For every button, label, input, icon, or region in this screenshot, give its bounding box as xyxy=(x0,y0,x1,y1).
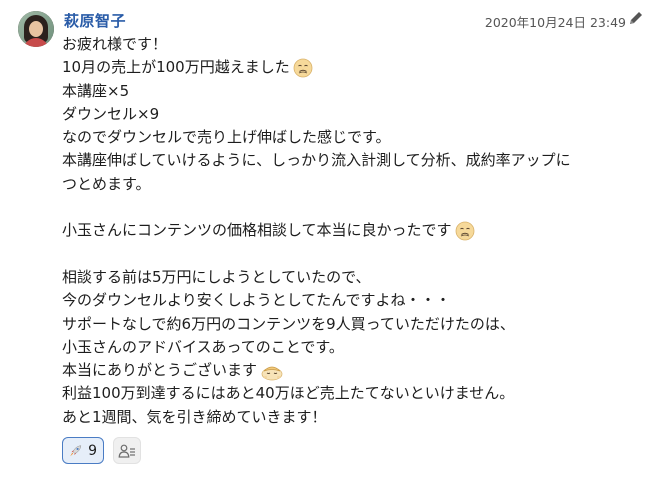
rocket-reaction-button[interactable]: 9 xyxy=(62,437,104,464)
pencil-icon[interactable] xyxy=(628,10,644,26)
message-line: つとめます。 xyxy=(62,174,151,193)
rocket-icon xyxy=(70,444,82,457)
message-line: なのでダウンセルで売り上げ伸ばした感じです。 xyxy=(62,128,391,147)
message-line: お疲れ様です！ xyxy=(62,35,168,53)
message-line: 小玉さんにコンテンツの価格相談して本当に良かったです xyxy=(62,219,642,242)
reaction-count: 9 xyxy=(88,442,97,459)
message-line: 相談する前は5万円にしようとしていたので、 xyxy=(62,267,371,286)
add-reaction-icon xyxy=(118,444,135,458)
avatar[interactable] xyxy=(18,11,54,47)
message-line: 本講座伸ばしていけるように、しっかり流入計測して分析、成約率アップに xyxy=(62,151,571,170)
message-line: ダウンセル×9 xyxy=(62,104,160,123)
message-body: お疲れ様です！ 10月の売上が100万円越えました 本講座×5 ダウンセル×9 … xyxy=(62,33,642,429)
bowing-person-icon xyxy=(261,366,283,381)
relieved-face-icon xyxy=(293,58,313,78)
message-line: 10月の売上が100万円越えました xyxy=(62,56,642,79)
message-line: 利益100万到達するにはあと40万ほど売上たてないといけません。 xyxy=(62,384,515,403)
message-line: 本当にありがとうございます xyxy=(62,359,642,382)
message-line xyxy=(62,243,642,266)
message-line: 今のダウンセルより安くしようとしてたんですよね・・・ xyxy=(62,291,451,310)
reactions-bar: 9 xyxy=(62,437,141,464)
message-post: 萩原智子 2020年10月24日 23:49 お疲れ様です！ 10月の売上が10… xyxy=(0,0,654,482)
author-name[interactable]: 萩原智子 xyxy=(64,10,126,31)
message-line: 本講座×5 xyxy=(62,81,130,100)
message-line xyxy=(62,196,642,219)
add-reaction-button[interactable] xyxy=(113,437,141,464)
timestamp[interactable]: 2020年10月24日 23:49 xyxy=(485,12,626,31)
message-line: あと1週間、気を引き締めていきます！ xyxy=(62,407,327,426)
message-line: 小玉さんのアドバイスあってのことです。 xyxy=(62,337,344,356)
message-line: サポートなしで約6万円のコンテンツを9人買っていただけたのは、 xyxy=(62,314,515,333)
relieved-face-icon xyxy=(455,221,474,241)
